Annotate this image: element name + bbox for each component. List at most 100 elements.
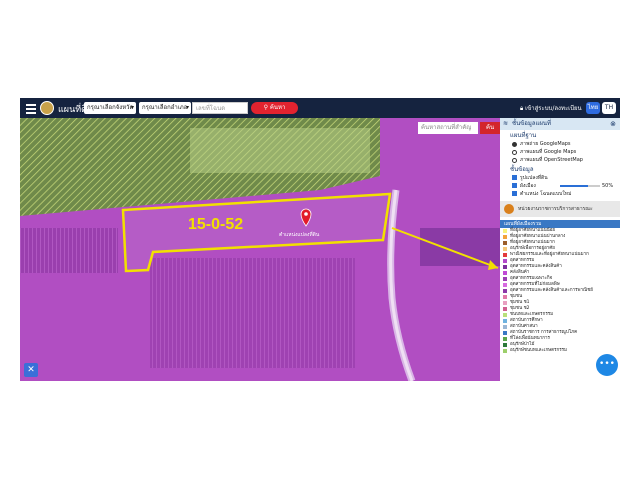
legend-swatch bbox=[503, 301, 507, 305]
district-select[interactable]: กรุณาเลือกอำเภอ ▾ bbox=[139, 102, 191, 114]
province-select-value: กรุณาเลือกจังหวัด bbox=[87, 104, 134, 111]
legend-label: อนุรักษ์ป่าไม้ bbox=[510, 342, 535, 347]
close-icon[interactable]: ⊗ bbox=[610, 118, 616, 130]
layers-icon: ≋ bbox=[503, 120, 509, 127]
layer-panel-title: ชั้นข้อมูลแผนที่ bbox=[512, 120, 551, 127]
legend-heading: แผนที่ผังเมืองรวม bbox=[500, 220, 620, 228]
login-link[interactable]: 🔒︎ เข้าสู่ระบบ/ลงทะเบียน bbox=[520, 103, 582, 113]
checkbox-checked-icon[interactable] bbox=[512, 183, 517, 188]
menu-icon[interactable] bbox=[26, 102, 36, 114]
legend-swatch bbox=[503, 235, 507, 239]
layer-panel: ≋ ชั้นข้อมูลแผนที่ ⊗ แผนที่ฐาน ภาพถ่าย G… bbox=[500, 118, 620, 381]
orchard-area-south bbox=[150, 258, 355, 368]
legend-label: อุตสาหกรรมและคลังสินค้า bbox=[510, 264, 562, 269]
pin-label: ตำแหน่งแปลงที่ดิน bbox=[279, 232, 320, 238]
checkbox-checked-icon[interactable] bbox=[512, 175, 517, 180]
legend-label: คลังสินค้า bbox=[510, 270, 530, 275]
province-select[interactable]: กรุณาเลือกจังหวัด ▾ bbox=[84, 102, 136, 114]
legend-swatch bbox=[503, 229, 507, 233]
basemap-option-google-maps[interactable]: ภาพแผนที่ Google Maps bbox=[500, 148, 620, 156]
layer-parcel-toggle[interactable]: รูปแปลงที่ดิน bbox=[500, 174, 620, 182]
place-search-input[interactable]: ค้นหาสถานที่สำคัญ bbox=[418, 122, 478, 134]
legend-label: ชุมชน ช1 bbox=[510, 300, 530, 305]
legend-label: ชุมชน bbox=[510, 294, 523, 299]
legend-label: ชุมชน ช2 bbox=[510, 306, 530, 311]
layer-parcel-label: รูปแปลงที่ดิน bbox=[520, 175, 548, 181]
basemap-option-google-satellite[interactable]: ภาพถ่าย GoogleMaps bbox=[500, 140, 620, 148]
legend-swatch bbox=[503, 259, 507, 263]
legend-swatch bbox=[503, 307, 507, 311]
legend-swatch bbox=[503, 331, 507, 335]
building-area bbox=[420, 228, 500, 266]
legend-swatch bbox=[503, 271, 507, 275]
legend-swatch bbox=[503, 337, 507, 341]
orchard-area bbox=[20, 228, 118, 273]
map-canvas[interactable] bbox=[20, 118, 500, 381]
radio-selected-icon[interactable] bbox=[512, 142, 517, 147]
legend-label: สถาบันราชการ การสาธารณูปโภค bbox=[510, 330, 578, 335]
basemap-option-label: ภาพแผนที่ Google Maps bbox=[520, 149, 577, 155]
measure-tool-icon[interactable]: ✕ bbox=[24, 363, 38, 377]
legend-swatch bbox=[503, 343, 507, 347]
legend-label: ที่อยู่อาศัยหนาแน่นปานกลาง bbox=[510, 234, 566, 239]
legend-swatch bbox=[503, 265, 507, 269]
legend-label: ที่อยู่อาศัยหนาแน่นมาก bbox=[510, 240, 555, 245]
legend-swatch bbox=[503, 283, 507, 287]
legend-swatch bbox=[503, 325, 507, 329]
legend-label: พาณิชยกรรมและที่อยู่อาศัยหนาแน่นมาก bbox=[510, 252, 589, 257]
legend-label: อุตสาหกรรมและคลังสินค้าและการพาณิชย์ bbox=[510, 288, 593, 293]
basemap-option-label: ภาพถ่าย GoogleMaps bbox=[520, 141, 571, 147]
basemap-heading: แผนที่ฐาน bbox=[510, 132, 537, 139]
legend-label: ชนบทและเกษตรกรรม bbox=[510, 312, 554, 317]
radio-icon[interactable] bbox=[512, 158, 517, 163]
place-search-button[interactable]: ค้น bbox=[480, 122, 500, 134]
district-select-value: กรุณาเลือกอำเภอ bbox=[142, 104, 188, 111]
chevron-down-icon: ▾ bbox=[185, 104, 189, 111]
legend-item: อนุรักษ์ชนบทและเกษตรกรรม bbox=[500, 348, 620, 354]
legend-label: อนุรักษ์ชนบทและเกษตรกรรม bbox=[510, 348, 568, 353]
search-button[interactable]: ⚲ ค้นหา bbox=[251, 102, 298, 114]
map-app: แผนที่ดิน กรุณาเลือกจังหวัด ▾ กรุณาเลือกอ… bbox=[20, 98, 620, 381]
agency-banner-text: หน่วยงานราชการบริการสาธารณะ bbox=[518, 206, 593, 212]
layer-deed-toggle[interactable]: ตำแหน่ง โฉนดแบบใหม่ bbox=[500, 190, 620, 198]
legend-label: อุตสาหกรรมที่ไม่ก่อมลพิษ bbox=[510, 282, 560, 287]
legend-swatch bbox=[503, 247, 507, 251]
logo bbox=[40, 101, 54, 115]
basemap-option-osm[interactable]: ภาพแผนที่ OpenStreetMap bbox=[500, 156, 620, 164]
chevron-down-icon: ▾ bbox=[130, 104, 134, 111]
legend-swatch bbox=[503, 253, 507, 257]
basemap-option-label: ภาพแผนที่ OpenStreetMap bbox=[520, 157, 583, 163]
lang-button-thai[interactable]: ไทย bbox=[586, 102, 600, 114]
search-button-label: ค้นหา bbox=[269, 104, 286, 111]
legend-label: สถาบันศาสนา bbox=[510, 324, 538, 329]
opacity-slider-track bbox=[588, 185, 600, 187]
radio-icon[interactable] bbox=[512, 150, 517, 155]
legend-label: สถาบันการศึกษา bbox=[510, 318, 543, 323]
opacity-slider[interactable] bbox=[560, 185, 588, 187]
lang-button-th[interactable]: TH bbox=[602, 102, 616, 114]
login-link-label: เข้าสู่ระบบ/ลงทะเบียน bbox=[525, 105, 582, 112]
legend-swatch bbox=[503, 349, 507, 353]
opacity-value: 50% bbox=[602, 183, 614, 189]
legend-swatch bbox=[503, 277, 507, 281]
layers-heading: ชั้นข้อมูล bbox=[510, 166, 534, 173]
legend-swatch bbox=[503, 295, 507, 299]
agency-banner[interactable]: หน่วยงานราชการบริการสาธารณะ bbox=[500, 201, 620, 217]
legend-swatch bbox=[503, 313, 507, 317]
legend-swatch bbox=[503, 319, 507, 323]
layer-panel-header: ≋ ชั้นข้อมูลแผนที่ ⊗ bbox=[500, 118, 620, 130]
agency-seal-icon bbox=[504, 204, 514, 214]
top-bar: แผนที่ดิน กรุณาเลือกจังหวัด ▾ กรุณาเลือกอ… bbox=[20, 98, 620, 118]
legend-label: อุตสาหกรรมเฉพาะกิจ bbox=[510, 276, 553, 281]
checkbox-checked-icon[interactable] bbox=[512, 191, 517, 196]
layer-zoning-toggle[interactable]: ผังเมือง 50% bbox=[500, 182, 620, 190]
legend-label: ที่โล่งเพื่อนันทนาการ bbox=[510, 336, 550, 341]
deed-search-input[interactable]: เลขที่โฉนด bbox=[192, 102, 248, 114]
more-options-button[interactable]: ••• bbox=[596, 354, 618, 376]
legend-swatch bbox=[503, 289, 507, 293]
legend-label: อุตสาหกรรม bbox=[510, 258, 535, 263]
legend-swatch bbox=[503, 241, 507, 245]
legend-label: ที่อยู่อาศัยหนาแน่นน้อย bbox=[510, 228, 556, 233]
field-area bbox=[190, 128, 370, 173]
parcel-area-label: 15-0-52 bbox=[188, 216, 244, 233]
